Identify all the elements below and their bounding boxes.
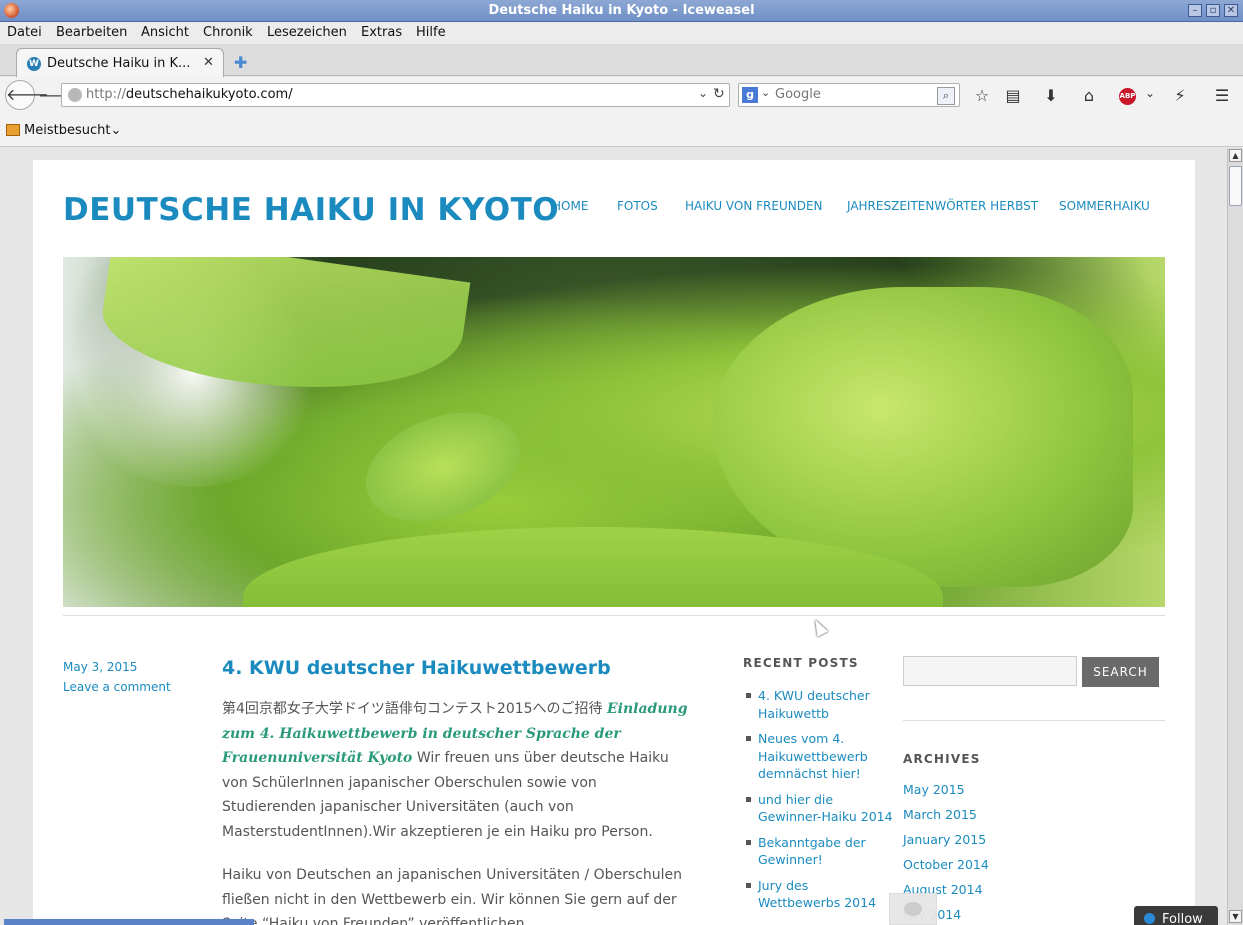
recent-post-item[interactable]: Bekanntgabe der Gewinner!	[743, 834, 893, 869]
tab-close-icon[interactable]: ✕	[203, 55, 214, 70]
window-title: Deutsche Haiku in Kyoto - Iceweasel	[488, 3, 755, 18]
menu-bearbeiten[interactable]: Bearbeiten	[56, 25, 127, 40]
menu-lesezeichen[interactable]: Lesezeichen	[267, 25, 347, 40]
archive-item[interactable]: October 2014	[903, 857, 989, 882]
site-identity-icon[interactable]	[68, 88, 82, 102]
site-title[interactable]: DEUTSCHE HAIKU IN KYOTO	[63, 192, 559, 228]
minimize-button[interactable]: –	[1188, 4, 1202, 17]
recent-post-item[interactable]: 4. KWU deutscher Haikuwettb	[743, 687, 893, 722]
camera-icon	[904, 902, 922, 916]
nav-haiku-von-freunden[interactable]: HAIKU VON FREUNDEN	[685, 199, 823, 213]
navigation-toolbar: 🡐 🡒 http://deutschehaikukyoto.com/ ⌄ ↻ g…	[0, 77, 1243, 114]
new-tab-icon[interactable]: ✚	[234, 53, 247, 72]
gravatar-hovercard[interactable]	[889, 893, 937, 925]
post-date[interactable]: May 3, 2015	[63, 660, 137, 674]
nav-sommerhaiku[interactable]: SOMMERHAIKU	[1059, 199, 1150, 213]
scrollbar-thumb[interactable]	[1229, 166, 1242, 206]
follow-button[interactable]: Follow	[1134, 906, 1218, 925]
bookmarks-toolbar: Meistbesucht⌄	[0, 114, 1243, 147]
tab-label: Deutsche Haiku in K...	[47, 56, 191, 71]
reload-icon[interactable]: ↻	[713, 86, 725, 102]
site-page: DEUTSCHE HAIKU IN KYOTO HOME FOTOS HAIKU…	[33, 160, 1195, 925]
post-japanese-text: 第4回京都女子大学ドイツ語俳句コンテスト2015へのご招待	[222, 701, 607, 717]
archive-item[interactable]: January 2015	[903, 832, 989, 857]
recent-posts-list: 4. KWU deutscher Haikuwettb Neues vom 4.…	[743, 687, 893, 920]
window-titlebar: Deutsche Haiku in Kyoto - Iceweasel – ▫ …	[0, 0, 1243, 22]
nav-fotos[interactable]: FOTOS	[617, 199, 658, 213]
menu-bar: Datei Bearbeiten Ansicht Chronik Lesezei…	[0, 22, 1243, 44]
search-magnifier-icon[interactable]: ⌕	[937, 87, 955, 105]
archive-item[interactable]: May 2015	[903, 782, 989, 807]
search-input[interactable]	[775, 87, 935, 102]
vertical-scrollbar[interactable]: ▲ ▼	[1227, 148, 1243, 925]
nav-jahreszeitenwoerter-herbst[interactable]: JAHRESZEITENWÖRTER HERBST	[847, 199, 1038, 213]
url-bar[interactable]: http://deutschehaikukyoto.com/ ⌄ ↻	[61, 83, 730, 107]
maximize-button[interactable]: ▫	[1206, 4, 1220, 17]
menu-hilfe[interactable]: Hilfe	[416, 25, 446, 40]
bookmark-most-visited[interactable]: Meistbesucht⌄	[24, 123, 121, 138]
scroll-down-arrow-icon[interactable]: ▼	[1229, 910, 1242, 923]
url-text[interactable]: http://deutschehaikukyoto.com/	[86, 87, 293, 102]
wordpress-favicon-icon: W	[27, 57, 41, 71]
scroll-up-arrow-icon[interactable]: ▲	[1229, 149, 1242, 162]
close-window-button[interactable]: ✕	[1224, 4, 1238, 17]
divider	[63, 615, 1165, 616]
search-engine-dropdown-icon[interactable]: ⌄	[761, 86, 770, 99]
hamburger-menu-icon[interactable]: ☰	[1212, 86, 1232, 105]
download-icon[interactable]: ⬇	[1041, 86, 1061, 105]
menu-chronik[interactable]: Chronik	[203, 25, 253, 40]
leave-comment-link[interactable]: Leave a comment	[63, 680, 171, 694]
plus-icon	[1144, 913, 1155, 924]
archive-item[interactable]: March 2015	[903, 807, 989, 832]
menu-ansicht[interactable]: Ansicht	[141, 25, 189, 40]
search-bar[interactable]: g ⌄ ⌕	[738, 83, 960, 107]
nav-home[interactable]: HOME	[552, 199, 588, 213]
page-viewport: DEUTSCHE HAIKU IN KYOTO HOME FOTOS HAIKU…	[0, 148, 1227, 925]
sidebar-divider	[903, 720, 1165, 721]
archives-heading: ARCHIVES	[903, 752, 981, 766]
menu-datei[interactable]: Datei	[7, 25, 42, 40]
status-strip	[4, 919, 254, 925]
widget-search-input[interactable]	[903, 656, 1077, 686]
reading-list-icon[interactable]: ▤	[1003, 86, 1023, 105]
google-engine-icon[interactable]: g	[742, 87, 758, 103]
home-icon[interactable]: ⌂	[1079, 86, 1099, 105]
back-button[interactable]: 🡐	[5, 80, 49, 110]
url-history-dropdown-icon[interactable]: ⌄	[698, 86, 708, 100]
widget-search-button[interactable]: SEARCH	[1082, 657, 1159, 687]
tab-deutsche-haiku[interactable]: W Deutsche Haiku in K... ✕	[16, 48, 224, 77]
recent-post-item[interactable]: Jury des Wettbewerbs 2014	[743, 877, 893, 912]
recent-post-item[interactable]: und hier die Gewinner-Haiku 2014	[743, 791, 893, 826]
post-title[interactable]: 4. KWU deutscher Haikuwettbewerb	[222, 657, 611, 679]
post-body-2: Haiku von Deutschen an japanischen Unive…	[222, 867, 683, 925]
flash-plugin-icon[interactable]: ⚡	[1170, 86, 1190, 105]
post-content: 第4回京都女子大学ドイツ語俳句コンテスト2015へのご招待 Einladung …	[222, 697, 692, 925]
bookmark-star-icon[interactable]: ☆	[972, 86, 992, 105]
adblock-dropdown-icon[interactable]: ⌄	[1140, 86, 1160, 100]
tab-bar: W Deutsche Haiku in K... ✕ ✚	[0, 44, 1243, 77]
menu-extras[interactable]: Extras	[361, 25, 402, 40]
recent-post-item[interactable]: Neues vom 4. Haikuwettbewerb demnächst h…	[743, 730, 893, 783]
header-image	[63, 257, 1165, 607]
follow-label: Follow	[1162, 912, 1203, 925]
adblock-plus-icon[interactable]: ABP	[1119, 88, 1136, 105]
folder-icon	[6, 124, 20, 136]
recent-posts-heading: RECENT POSTS	[743, 656, 859, 670]
